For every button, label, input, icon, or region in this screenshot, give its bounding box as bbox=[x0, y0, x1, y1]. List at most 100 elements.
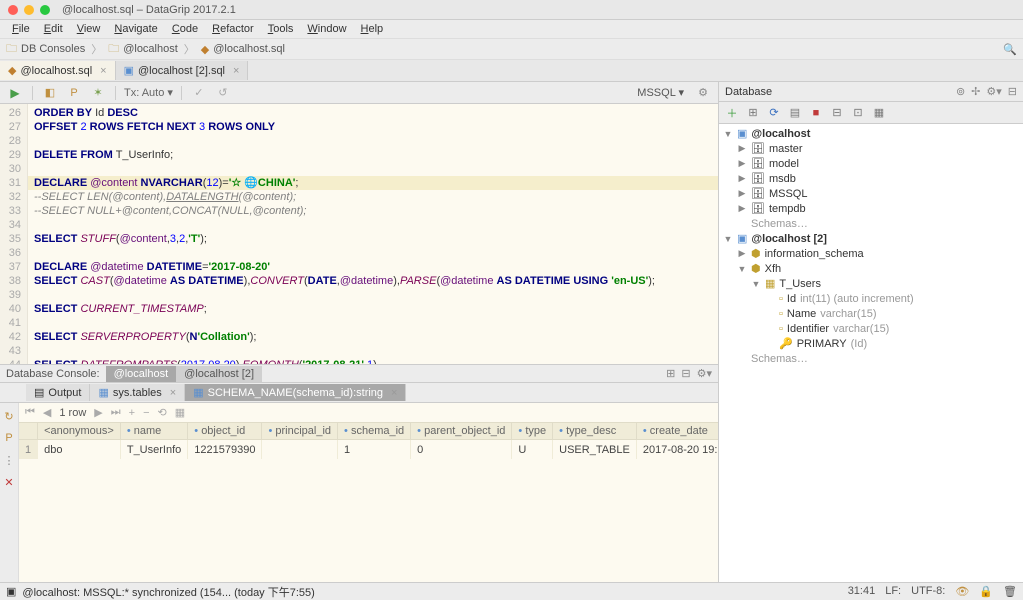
column-header[interactable]: • object_id bbox=[194, 425, 245, 437]
trash-icon[interactable]: 🗑 bbox=[1003, 585, 1017, 598]
menu-view[interactable]: View bbox=[71, 23, 107, 35]
prev-page-button[interactable]: ◀ bbox=[43, 406, 51, 419]
search-icon[interactable]: 🔍 bbox=[1003, 43, 1017, 56]
line-sep[interactable]: LF: bbox=[885, 585, 901, 598]
column-header[interactable]: • name bbox=[127, 425, 161, 437]
tree-node[interactable]: ▫Name varchar(15) bbox=[719, 306, 1023, 321]
toolbar-button[interactable]: ▦ bbox=[870, 105, 888, 121]
tree-node[interactable]: ▼▣@localhost bbox=[719, 126, 1023, 141]
tree-node[interactable]: ▶🗄model bbox=[719, 156, 1023, 171]
tree-node[interactable]: ▶🗄tempdb bbox=[719, 201, 1023, 216]
expand-arrow-icon[interactable]: ▶ bbox=[737, 188, 747, 199]
add-row-button[interactable]: + bbox=[129, 407, 135, 419]
table-cell[interactable]: 0 bbox=[411, 440, 512, 460]
table-cell[interactable]: 1221579390 bbox=[188, 440, 262, 460]
database-tree[interactable]: ▼▣@localhost▶🗄master▶🗄model▶🗄msdb▶🗄MSSQL… bbox=[719, 124, 1023, 582]
menu-help[interactable]: Help bbox=[355, 23, 390, 35]
gear-icon[interactable]: ⚙▾ bbox=[986, 85, 1001, 98]
encoding[interactable]: UTF-8: bbox=[911, 585, 945, 598]
column-header[interactable]: • parent_object_id bbox=[417, 425, 505, 437]
column-header[interactable]: <anonymous> bbox=[44, 425, 114, 437]
menu-code[interactable]: Code bbox=[166, 23, 204, 35]
expand-arrow-icon[interactable]: ▶ bbox=[737, 143, 747, 154]
tree-node[interactable]: ▶🗄master bbox=[719, 141, 1023, 156]
tree-node[interactable]: ▫Identifier varchar(15) bbox=[719, 321, 1023, 336]
filter-button[interactable]: ▤ bbox=[786, 105, 804, 121]
tree-node[interactable]: ▶⬢information_schema bbox=[719, 246, 1023, 261]
zoom-window-button[interactable] bbox=[40, 5, 50, 15]
expand-arrow-icon[interactable]: ▶ bbox=[737, 173, 747, 184]
expand-arrow-icon[interactable]: ▶ bbox=[737, 248, 747, 259]
grid-button[interactable]: ▦ bbox=[175, 406, 185, 419]
breadcrumb-item[interactable]: 🗀@localhost bbox=[108, 40, 178, 59]
result-tab-output[interactable]: ▤ Output bbox=[26, 384, 90, 401]
code-line[interactable]: --SELECT LEN(@content),DATALENGTH(@conte… bbox=[34, 190, 712, 204]
remove-row-button[interactable]: − bbox=[143, 407, 149, 419]
code-line[interactable] bbox=[34, 246, 712, 260]
close-icon[interactable]: × bbox=[233, 65, 239, 77]
table-cell[interactable]: 1 bbox=[19, 440, 38, 460]
stop-button[interactable]: ■ bbox=[807, 105, 825, 121]
result-tab[interactable]: ▦ sys.tables × bbox=[90, 384, 185, 401]
breadcrumb-item[interactable]: 🗀DB Consoles bbox=[6, 40, 85, 59]
commit-button[interactable]: P bbox=[65, 84, 83, 102]
toolbar-button[interactable]: ⊡ bbox=[849, 105, 867, 121]
column-header[interactable]: • type bbox=[518, 425, 546, 437]
code-line[interactable]: ORDER BY Id DESC bbox=[34, 106, 712, 120]
table-cell[interactable]: U bbox=[512, 440, 553, 460]
editor-tab[interactable]: ◆ @localhost.sql × bbox=[0, 61, 116, 80]
code-line[interactable]: DECLARE @datetime DATETIME='2017-08-20' bbox=[34, 260, 712, 274]
expand-arrow-icon[interactable]: ▶ bbox=[737, 203, 747, 214]
table-cell[interactable]: T_UserInfo bbox=[120, 440, 187, 460]
gear-icon[interactable]: ⚙▾ bbox=[697, 367, 712, 380]
editor-tab[interactable]: ▣ @localhost [2].sql × bbox=[116, 61, 249, 80]
toolbar-button[interactable]: ✓ bbox=[190, 84, 208, 102]
last-page-button[interactable]: ⏭ bbox=[111, 406, 121, 419]
tree-node[interactable]: Schemas… bbox=[719, 216, 1023, 231]
sql-editor[interactable]: 2627282930313233343536373839404142434445… bbox=[0, 104, 718, 364]
expand-arrow-icon[interactable]: ▼ bbox=[737, 264, 747, 274]
code-line[interactable] bbox=[34, 162, 712, 176]
menu-tools[interactable]: Tools bbox=[262, 23, 300, 35]
table-cell[interactable]: USER_TABLE bbox=[553, 440, 637, 460]
hide-button[interactable]: ⊟ bbox=[681, 367, 690, 380]
inspector-icon[interactable]: 👁 bbox=[955, 585, 969, 598]
editor-code[interactable]: ORDER BY Id DESCOFFSET 2 ROWS FETCH NEXT… bbox=[28, 104, 718, 364]
console-tab[interactable]: @localhost [2] bbox=[176, 366, 262, 382]
column-header[interactable]: • type_desc bbox=[559, 425, 616, 437]
code-line[interactable] bbox=[34, 218, 712, 232]
code-line[interactable] bbox=[34, 134, 712, 148]
breadcrumb-item[interactable]: ◆@localhost.sql bbox=[201, 43, 285, 56]
code-line[interactable]: OFFSET 2 ROWS FETCH NEXT 3 ROWS ONLY bbox=[34, 120, 712, 134]
code-line[interactable] bbox=[34, 344, 712, 358]
lock-icon[interactable]: 🔒 bbox=[979, 585, 993, 598]
tree-node[interactable]: Schemas… bbox=[719, 351, 1023, 366]
code-line[interactable]: DELETE FROM T_UserInfo; bbox=[34, 148, 712, 162]
close-icon[interactable]: × bbox=[391, 387, 397, 399]
revert-button[interactable]: ⟲ bbox=[158, 406, 167, 419]
code-line[interactable]: DECLARE @content NVARCHAR(12)='☆ 🌐CHINA'… bbox=[28, 176, 718, 190]
tree-node[interactable]: ▶🗄MSSQL bbox=[719, 186, 1023, 201]
duplicate-button[interactable]: ⊞ bbox=[744, 105, 762, 121]
minimize-window-button[interactable] bbox=[24, 5, 34, 15]
datasource-dropdown[interactable]: MSSQL ▾ bbox=[637, 86, 684, 99]
next-page-button[interactable]: ▶ bbox=[94, 406, 102, 419]
code-line[interactable]: SELECT STUFF(@content,3,2,'T'); bbox=[34, 232, 712, 246]
table-cell[interactable] bbox=[262, 440, 338, 460]
restore-layout-button[interactable]: ⊞ bbox=[666, 367, 675, 380]
close-icon[interactable]: × bbox=[100, 65, 106, 77]
code-line[interactable] bbox=[34, 288, 712, 302]
expand-arrow-icon[interactable]: ▼ bbox=[751, 279, 761, 289]
menu-edit[interactable]: Edit bbox=[38, 23, 69, 35]
expand-arrow-icon[interactable]: ▶ bbox=[737, 158, 747, 169]
toolbar-button[interactable]: ↺ bbox=[214, 84, 232, 102]
tree-node[interactable]: ▶🗄msdb bbox=[719, 171, 1023, 186]
reload-button[interactable]: ↻ bbox=[0, 407, 18, 425]
result-tab[interactable]: ▦ SCHEMA_NAME(schema_id):string × bbox=[185, 384, 406, 401]
cancel-button[interactable]: ✕ bbox=[0, 473, 18, 491]
menu-refactor[interactable]: Refactor bbox=[206, 23, 260, 35]
column-header[interactable]: • principal_id bbox=[268, 425, 331, 437]
tree-node[interactable]: ▼▦T_Users bbox=[719, 276, 1023, 291]
menu-window[interactable]: Window bbox=[301, 23, 352, 35]
table-cell[interactable]: 1 bbox=[338, 440, 411, 460]
